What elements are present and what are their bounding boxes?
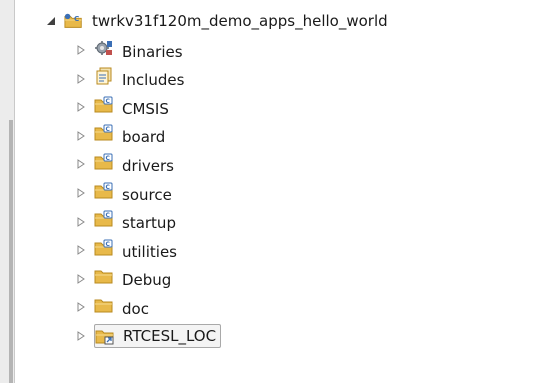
tree-item-content: Cboard	[94, 124, 167, 147]
folder-icon	[94, 296, 114, 314]
collapsed-triangle-icon[interactable]	[74, 186, 88, 200]
tree-item-content: Includes	[94, 67, 186, 90]
collapsed-triangle-icon[interactable]	[74, 272, 88, 286]
tree-item-label: utilities	[122, 242, 177, 261]
includes-icon	[94, 67, 114, 85]
binaries-icon	[94, 39, 114, 57]
collapsed-triangle-icon[interactable]	[74, 72, 88, 86]
tree-item-content: Cutilities	[94, 239, 179, 262]
tree-item-label: RTCESL_LOC	[123, 327, 217, 345]
svg-text:C: C	[106, 241, 111, 248]
tree-item-label: Binaries	[122, 42, 183, 61]
source-folder-icon: C	[94, 153, 114, 171]
source-folder-icon: C	[94, 239, 114, 257]
tree-item-content: Binaries	[94, 39, 185, 62]
tree-item-label: drivers	[122, 156, 174, 175]
svg-text:C: C	[106, 126, 111, 133]
tree-item-content: Csource	[94, 182, 174, 205]
svg-text:C: C	[74, 14, 79, 23]
svg-text:C: C	[106, 98, 111, 105]
tree-item-label: Includes	[122, 71, 185, 90]
project-explorer-tree: C twrkv31f120m_demo_apps_hello_world Bin…	[0, 0, 547, 383]
svg-text:C: C	[106, 184, 111, 191]
tree-item-label: CMSIS	[122, 99, 169, 118]
expanded-triangle-icon[interactable]	[44, 14, 58, 28]
source-folder-icon: C	[94, 210, 114, 228]
tree-item-label: doc	[122, 299, 149, 318]
tree-item-source[interactable]: Csource	[74, 180, 174, 206]
collapsed-triangle-icon[interactable]	[74, 100, 88, 114]
tree-item-utilities[interactable]: Cutilities	[74, 237, 179, 263]
c-project-icon: C	[64, 12, 84, 30]
tree-item-drivers[interactable]: Cdrivers	[74, 151, 176, 177]
tree-item-content: Cdrivers	[94, 153, 176, 176]
tree-item-binaries[interactable]: Binaries	[74, 37, 185, 63]
svg-text:C: C	[106, 212, 111, 219]
tree-item-startup[interactable]: Cstartup	[74, 209, 178, 235]
tree-item-label: Debug	[122, 271, 172, 290]
collapsed-triangle-icon[interactable]	[74, 43, 88, 57]
tree-item-content: Cstartup	[94, 210, 178, 233]
collapsed-triangle-icon[interactable]	[74, 329, 88, 343]
source-folder-icon: C	[94, 96, 114, 114]
tree-item-content: doc	[94, 296, 151, 319]
tree-item-label: startup	[122, 214, 176, 233]
tree-item-includes[interactable]: Includes	[74, 66, 186, 92]
collapsed-triangle-icon[interactable]	[74, 300, 88, 314]
collapsed-triangle-icon[interactable]	[74, 243, 88, 257]
tree-item-label: source	[122, 185, 172, 204]
linked-folder-icon	[95, 327, 115, 345]
tree-item-cmsis[interactable]: C CMSIS	[74, 94, 171, 120]
tree-item-doc[interactable]: doc	[74, 294, 151, 320]
tree-item-label: board	[122, 128, 166, 147]
svg-text:C: C	[106, 155, 111, 162]
tree-item-content: RTCESL_LOC	[94, 324, 222, 348]
tree-item-rtcesl-loc[interactable]: RTCESL_LOC	[74, 323, 222, 349]
folder-icon	[94, 267, 114, 285]
source-folder-icon: C	[94, 182, 114, 200]
collapsed-triangle-icon[interactable]	[74, 129, 88, 143]
tree-item-content: C CMSIS	[94, 96, 171, 119]
collapsed-triangle-icon[interactable]	[74, 215, 88, 229]
tree-root-project[interactable]: C twrkv31f120m_demo_apps_hello_world	[44, 8, 390, 34]
source-folder-icon: C	[94, 124, 114, 142]
collapsed-triangle-icon[interactable]	[74, 157, 88, 171]
tree-item-content: Debug	[94, 267, 173, 290]
tree-item-board[interactable]: Cboard	[74, 123, 167, 149]
project-name: twrkv31f120m_demo_apps_hello_world	[92, 12, 388, 30]
tree-item-debug[interactable]: Debug	[74, 266, 173, 292]
